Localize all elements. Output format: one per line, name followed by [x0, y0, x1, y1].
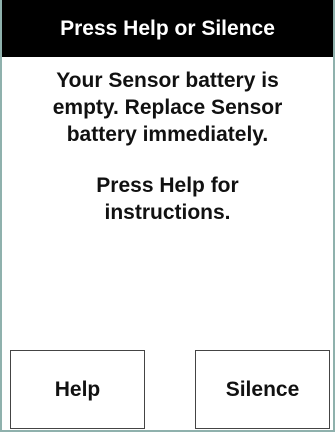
- alert-title: Press Help or Silence: [60, 16, 275, 40]
- alert-header: Press Help or Silence: [2, 0, 333, 57]
- message-line-1: Your Sensor battery is: [56, 69, 279, 92]
- instruction-line-1: Press Help for: [96, 174, 239, 197]
- message-line-2: empty. Replace Sensor: [52, 96, 283, 119]
- silence-button-label: Silence: [225, 377, 300, 401]
- help-button[interactable]: Help: [10, 350, 145, 429]
- alert-message: Your Sensor battery is empty. Replace Se…: [2, 67, 333, 226]
- alert-screen: Press Help or Silence Your Sensor batter…: [0, 0, 335, 432]
- message-line-3: battery immediately.: [66, 123, 269, 146]
- message-spacer: [2, 148, 333, 172]
- instruction-line-2: instructions.: [104, 201, 231, 224]
- help-button-label: Help: [54, 377, 101, 401]
- silence-button[interactable]: Silence: [195, 350, 330, 429]
